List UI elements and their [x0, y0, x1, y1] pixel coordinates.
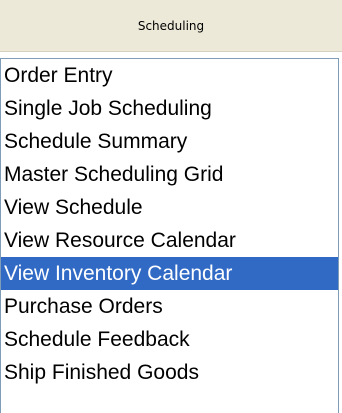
menu-item-single-job-scheduling[interactable]: Single Job Scheduling [1, 92, 338, 125]
panel-header: Scheduling [0, 0, 342, 52]
menu-item-view-schedule[interactable]: View Schedule [1, 191, 338, 224]
menu-item-view-resource-calendar[interactable]: View Resource Calendar [1, 224, 338, 257]
menu-item-order-entry[interactable]: Order Entry [1, 59, 338, 92]
menu-item-ship-finished-goods[interactable]: Ship Finished Goods [1, 356, 338, 389]
menu-item-view-inventory-calendar[interactable]: View Inventory Calendar [1, 257, 338, 290]
panel-title: Scheduling [137, 18, 205, 33]
menu-item-master-scheduling-grid[interactable]: Master Scheduling Grid [1, 158, 338, 191]
scheduling-panel: Scheduling Order Entry Single Job Schedu… [0, 0, 342, 413]
scheduling-menu-list[interactable]: Order Entry Single Job Scheduling Schedu… [0, 58, 339, 413]
menu-item-schedule-summary[interactable]: Schedule Summary [1, 125, 338, 158]
menu-item-schedule-feedback[interactable]: Schedule Feedback [1, 323, 338, 356]
menu-item-purchase-orders[interactable]: Purchase Orders [1, 290, 338, 323]
